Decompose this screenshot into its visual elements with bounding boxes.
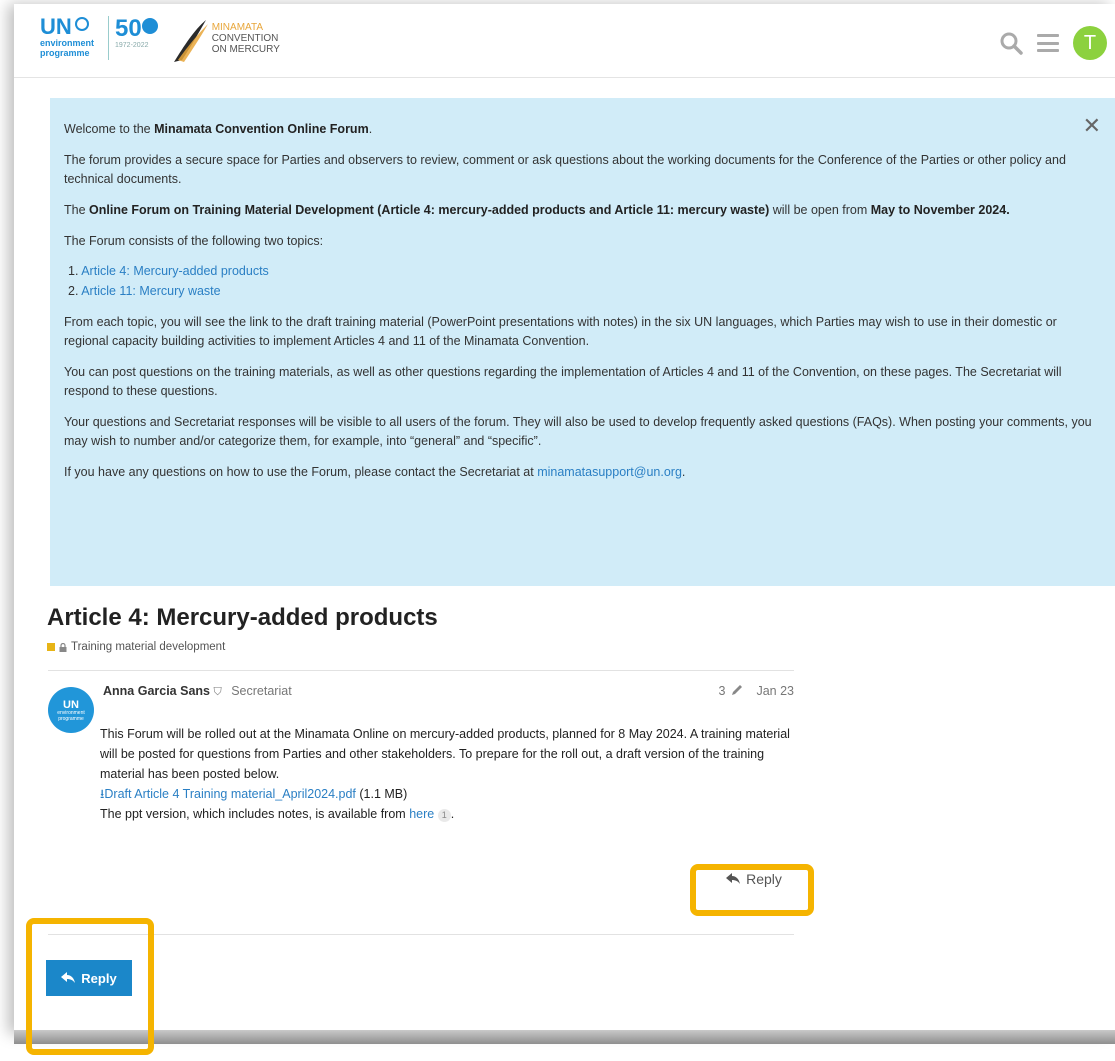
minamata-logo: MINAMATA CONVENTION ON MERCURY [170,16,280,66]
post-author-title: Secretariat [231,684,292,698]
post-body: This Forum will be rolled out at the Min… [100,724,800,824]
banner-topic-item: 1. Article 4: Mercury-added products [68,264,269,278]
highlight-box [690,864,814,916]
click-count-badge: 1 [437,809,451,822]
moderator-shield-icon: ⛉ [213,686,222,698]
category-color-icon [47,643,55,651]
attachment-size: (1.1 MB) [355,787,408,801]
topic-link-article-11[interactable]: Article 11: Mercury waste [81,284,220,298]
user-avatar[interactable]: T [1073,26,1107,60]
minamata-line2: CONVENTION [211,33,279,44]
support-email-link[interactable]: minamatasupport@un.org [537,465,682,479]
fifty-years-logo: 50 1972-2022 [108,16,158,60]
un-logo-text: UN [40,14,72,39]
site-logo[interactable]: UN environment programme 50 1972-2022 MI… [40,16,280,68]
fifty-text: 50 [115,15,142,42]
divider [48,670,794,671]
minamata-swoosh-icon [173,20,208,62]
banner-intro: The forum provides a secure space for Pa… [64,153,1066,186]
globe-icon [141,18,158,34]
fifty-years-range: 1972-2022 [115,42,149,49]
banner-topic-item: 2. Article 11: Mercury waste [68,284,221,298]
banner-visibility-info: Your questions and Secretariat responses… [64,415,1092,448]
site-header: UN environment programme 50 1972-2022 MI… [14,4,1115,78]
welcome-banner: ✕ Welcome to the Minamata Convention Onl… [50,98,1115,586]
post-info: 3 Jan 23 [664,684,794,698]
ppt-line: The ppt version, which includes notes, i… [100,807,455,822]
attachment-line: ⭳Draft Article 4 Training material_April… [100,784,800,804]
divider [48,934,794,935]
minamata-line1: MINAMATA [211,22,263,33]
topic-title[interactable]: Article 4: Mercury-added products [47,604,438,632]
banner-topics-intro: The Forum consists of the following two … [64,234,324,248]
banner-dates: The Online Forum on Training Material De… [64,203,1010,217]
unep-sub2: programme [40,48,90,58]
post-date[interactable]: Jan 23 [756,684,794,698]
lock-icon [59,642,67,652]
minamata-line3: ON MERCURY [211,44,280,55]
search-icon[interactable] [999,31,1023,55]
banner-materials-info: From each topic, you will see the link t… [64,315,1057,348]
edit-count[interactable]: 3 [719,684,726,698]
header-icons: T [999,26,1107,60]
close-banner-icon[interactable]: ✕ [1083,115,1101,137]
hamburger-menu-icon[interactable] [1037,34,1059,52]
topic-category[interactable]: Training material development [47,641,225,653]
attachment-link[interactable]: ⭳Draft Article 4 Training material_April… [100,787,356,801]
unep-sub1: environment [40,38,95,48]
banner-topic-list: 1. Article 4: Mercury-added products 2. … [68,261,1097,301]
banner-contact: If you have any questions on how to use … [64,465,686,479]
post-author-avatar[interactable]: UN environment programme [48,687,94,733]
unep-logo: UN environment programme [40,14,102,59]
un-globe-icon [74,17,89,31]
post-author-name[interactable]: Anna Garcia Sans [103,684,210,698]
category-label: Training material development [71,641,226,653]
window-bottom-bar [14,1030,1115,1044]
topic-link-article-4[interactable]: Article 4: Mercury-added products [81,264,269,278]
browser-window: UN environment programme 50 1972-2022 MI… [14,4,1115,1034]
banner-questions-info: You can post questions on the training m… [64,365,1062,398]
pencil-icon[interactable] [731,684,743,696]
post-paragraph: This Forum will be rolled out at the Min… [100,727,790,781]
here-link[interactable]: here [409,807,434,821]
post-meta: Anna Garcia Sans ⛉ Secretariat [103,684,292,699]
highlight-box [26,918,154,1055]
banner-welcome: Welcome to the Minamata Convention Onlin… [64,122,373,136]
